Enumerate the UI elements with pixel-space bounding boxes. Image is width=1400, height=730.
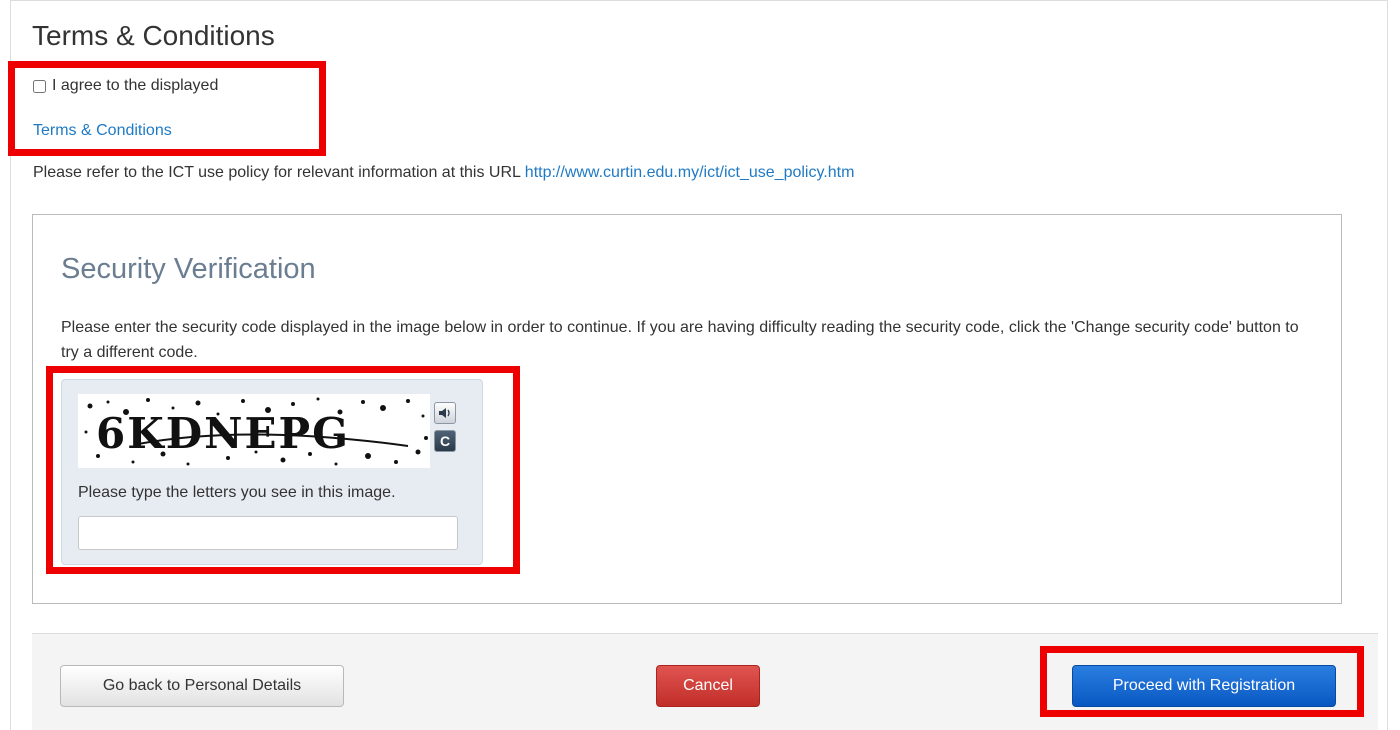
policy-text: Please refer to the ICT use policy for r… (33, 164, 521, 181)
refresh-glyph-icon: C (439, 433, 451, 449)
captcha-image: 6KDNEPG (78, 394, 430, 468)
security-description: Please enter the security code displayed… (61, 319, 1299, 361)
refresh-icon[interactable]: C (434, 430, 456, 452)
security-verification-box: Security Verification Please enter the s… (32, 214, 1342, 604)
captcha-panel: 6KDNEPG C Please type the letters you se… (61, 379, 483, 565)
speaker-icon[interactable] (434, 402, 456, 424)
security-title: Security Verification (61, 253, 316, 285)
proceed-button[interactable]: Proceed with Registration (1072, 665, 1336, 707)
agree-checkbox-row[interactable]: I agree to the displayed (33, 77, 218, 95)
terms-link[interactable]: Terms & Conditions (33, 122, 172, 140)
captcha-input-label: Please type the letters you see in this … (78, 484, 396, 501)
go-back-button[interactable]: Go back to Personal Details (60, 665, 344, 707)
agree-checkbox[interactable] (33, 79, 46, 93)
captcha-text: 6KDNEPG (96, 409, 350, 458)
policy-url-link[interactable]: http://www.curtin.edu.my/ict/ict_use_pol… (525, 164, 855, 181)
agree-label: I agree to the displayed (52, 77, 219, 94)
footer-bar: Go back to Personal Details Cancel Proce… (32, 633, 1378, 730)
cancel-button[interactable]: Cancel (656, 665, 760, 707)
policy-text-row: Please refer to the ICT use policy for r… (33, 164, 854, 182)
terms-title: Terms & Conditions (32, 20, 275, 51)
captcha-input[interactable] (78, 516, 458, 550)
speaker-glyph-icon (439, 408, 450, 418)
